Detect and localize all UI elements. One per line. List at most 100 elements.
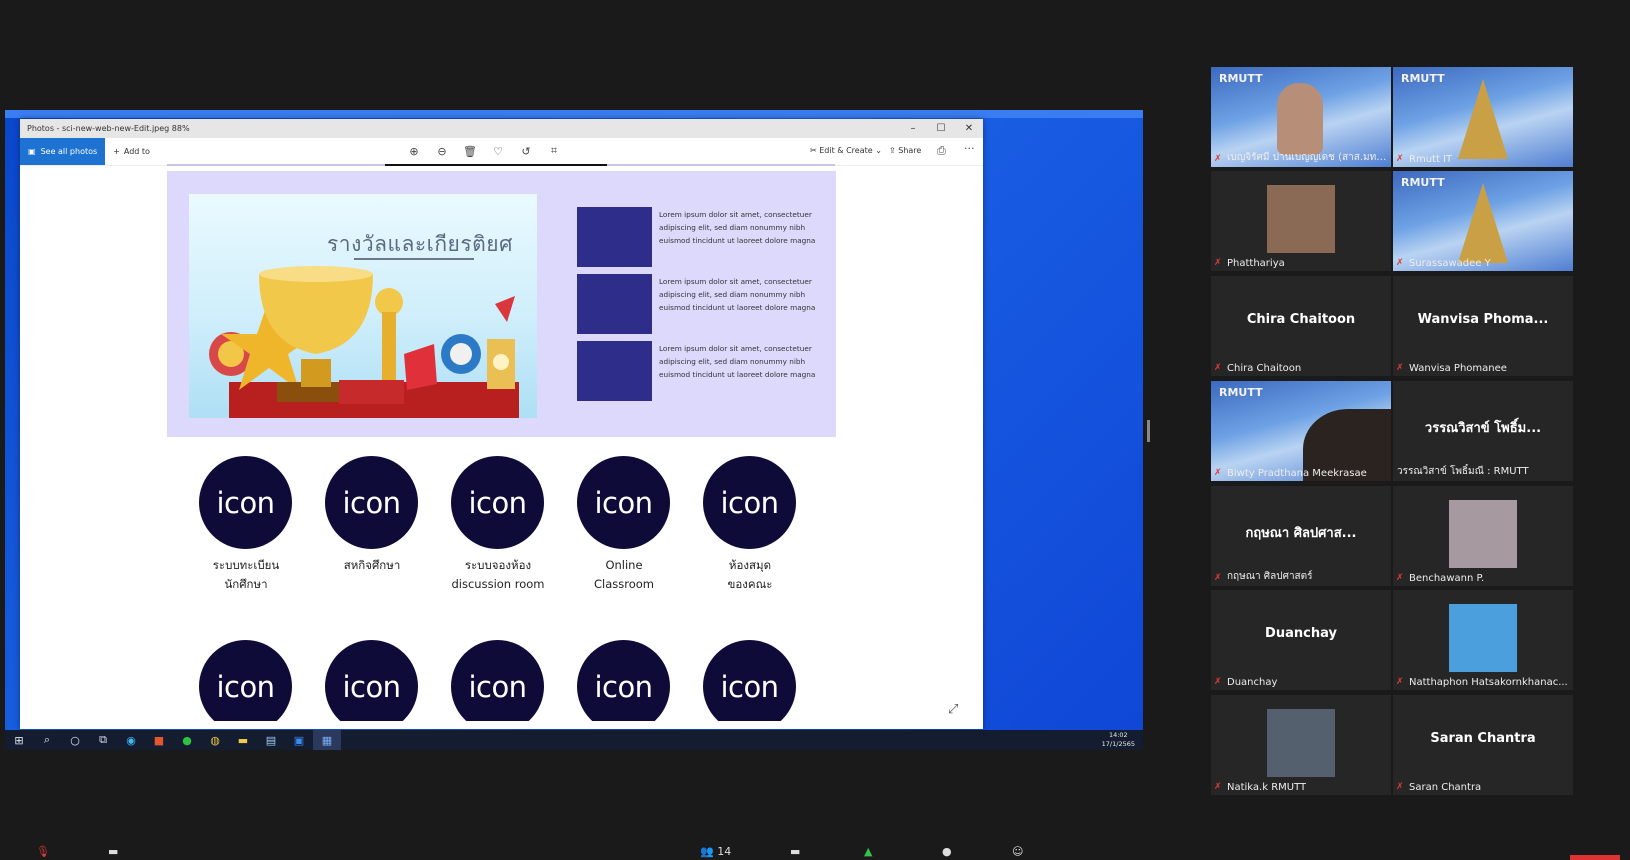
icon-placeholder: icon: [703, 640, 796, 721]
icon-placeholder: icon: [703, 456, 796, 549]
zoom-icon[interactable]: ▣: [285, 730, 313, 750]
crop-icon[interactable]: ⌗: [546, 143, 562, 159]
zoom-in-icon[interactable]: ⊕: [406, 143, 422, 159]
participant-tile[interactable]: วรรณวิสาข์ โพธิ์ม... วรรณวิสาข์ โพธิ์มณี…: [1393, 381, 1573, 481]
temple-spire: [1458, 79, 1508, 159]
rmutt-logo: RMUTT: [1401, 72, 1445, 85]
windows-start-icon[interactable]: ⊞: [5, 730, 33, 750]
zoom-out-icon[interactable]: ⊖: [434, 143, 450, 159]
icon-label: Online Classroom: [593, 558, 654, 591]
muted-mic-icon: ✗: [1214, 468, 1222, 478]
icon-placeholder: icon: [325, 456, 418, 549]
participant-tile[interactable]: ✗ Phatthariya: [1211, 171, 1391, 271]
rmutt-logo: RMUTT: [1219, 72, 1263, 85]
participant-tile[interactable]: Chira Chaitoon ✗ Chira Chaitoon: [1211, 276, 1391, 376]
profile-photo: [1449, 500, 1517, 568]
add-to-button[interactable]: + Add to: [113, 147, 150, 156]
rmutt-logo: RMUTT: [1219, 386, 1263, 399]
chrome-icon[interactable]: ◍: [201, 730, 229, 750]
content-placeholder: [577, 274, 652, 334]
expand-icon[interactable]: ⤢: [948, 702, 958, 717]
window-title: Photos - sci-new-web-new-Edit.jpeg 88%: [27, 124, 190, 133]
icon-label: ระบบทะเบียน นักศึกษา: [212, 558, 280, 591]
delete-icon[interactable]: 🗑: [462, 143, 478, 159]
system-clock: 14:02 17/1/2565: [1102, 731, 1135, 749]
participant-name: Saran Chantra: [1409, 782, 1482, 793]
powerpoint-icon[interactable]: ■: [145, 730, 173, 750]
photos-window: Photos - sci-new-web-new-Edit.jpeg 88% –…: [20, 119, 983, 729]
icon-placeholder: icon: [451, 456, 544, 549]
add-to-label: Add to: [123, 147, 150, 156]
temple-spire: [1458, 183, 1508, 263]
share-button[interactable]: ⇪ Share: [889, 146, 921, 155]
participant-name: Duanchay: [1227, 677, 1278, 688]
content-placeholder: [577, 341, 652, 401]
participant-name: Wanvisa Phomanee: [1409, 363, 1507, 374]
reactions-icon[interactable]: ☺: [1012, 845, 1023, 858]
participant-display-name: กฤษณา ศิลปศาส...: [1245, 526, 1357, 541]
participant-tile[interactable]: ✗ Natika.k RMUTT: [1211, 695, 1391, 795]
awards-banner: รางวัลและเกียรติยศ Lorem ipsum dolor sit…: [167, 171, 836, 437]
print-icon[interactable]: ⎙: [937, 144, 946, 158]
muted-mic-icon: ✗: [1396, 782, 1404, 792]
profile-photo: [1449, 604, 1517, 672]
close-button[interactable]: ✕: [955, 123, 983, 134]
participant-tile[interactable]: RMUTT ✗ Rmutt IT: [1393, 67, 1573, 167]
split-divider[interactable]: [1147, 420, 1150, 442]
participant-tile[interactable]: Wanvisa Phoma... ✗ Wanvisa Phomanee: [1393, 276, 1573, 376]
line-icon[interactable]: ●: [173, 730, 201, 750]
end-meeting-button[interactable]: [1570, 855, 1620, 860]
participant-name: Surassawadee Y: [1409, 258, 1491, 269]
minimize-button[interactable]: –: [899, 123, 927, 134]
photos-toolbar: ▣ See all photos + Add to ⊕ ⊖ 🗑 ♡ ↺ ⌗ ✂ …: [20, 138, 983, 166]
edit-create-label: Edit & Create: [819, 146, 873, 155]
more-icon[interactable]: ···: [964, 142, 975, 155]
share-screen-icon[interactable]: ▲: [864, 845, 872, 858]
mute-mic-icon[interactable]: 🎙: [36, 845, 50, 858]
muted-mic-icon: ✗: [1214, 154, 1222, 164]
photos-app-icon[interactable]: ▦: [313, 730, 341, 750]
participant-name: Rmutt IT: [1409, 154, 1453, 165]
cortana-icon[interactable]: ○: [61, 730, 89, 750]
participant-display-name: Wanvisa Phoma...: [1417, 312, 1549, 327]
windows-taskbar: ⊞ ⌕ ○ ⧉ ◉ ■ ● ◍ ▬ ▤ ▣ ▦ 14:02 17/1/2565: [5, 730, 1143, 750]
shared-screen: Photos - sci-new-web-new-Edit.jpeg 88% –…: [5, 110, 1143, 750]
stop-video-icon[interactable]: ▬: [108, 845, 118, 858]
see-all-photos-button[interactable]: ▣ See all photos: [20, 138, 106, 165]
profile-photo: [1267, 185, 1335, 253]
award-image: รางวัลและเกียรติยศ: [189, 194, 537, 418]
muted-mic-icon: ✗: [1214, 258, 1222, 268]
heart-icon[interactable]: ♡: [490, 143, 506, 159]
chat-icon[interactable]: ▬: [790, 845, 800, 858]
edge-icon[interactable]: ◉: [117, 730, 145, 750]
file-explorer-icon[interactable]: ▬: [229, 730, 257, 750]
participant-name: Chira Chaitoon: [1227, 363, 1302, 374]
participant-tile[interactable]: Duanchay ✗ Duanchay: [1211, 590, 1391, 690]
muted-mic-icon: ✗: [1396, 573, 1404, 583]
icon-placeholder: icon: [577, 456, 670, 549]
lorem-text: Lorem ipsum dolor sit amet, consectetuer…: [659, 344, 816, 379]
notepad-icon[interactable]: ▤: [257, 730, 285, 750]
muted-mic-icon: ✗: [1396, 677, 1404, 687]
edit-create-button[interactable]: ✂ Edit & Create ⌄: [810, 146, 882, 155]
participant-tile[interactable]: Saran Chantra ✗ Saran Chantra: [1393, 695, 1573, 795]
icon-placeholder: icon: [199, 640, 292, 721]
participant-display-name: Duanchay: [1265, 626, 1337, 641]
image-canvas: รางวัลและเกียรติยศ Lorem ipsum dolor sit…: [20, 165, 983, 721]
participant-tile[interactable]: RMUTT ✗ เบญจิรัศมี ปานเบญญเดช (สาส.มทร.ธ…: [1211, 67, 1391, 167]
participants-button[interactable]: 👥 14: [700, 845, 731, 858]
participant-tile[interactable]: ✗ Benchawann P.: [1393, 486, 1573, 586]
muted-mic-icon: ✗: [1214, 677, 1222, 687]
maximize-button[interactable]: ☐: [927, 123, 955, 134]
participant-tile[interactable]: RMUTT ✗ Biwty Pradthana Meekrasae: [1211, 381, 1391, 481]
participant-tile[interactable]: ✗ Natthaphon Hatsakornkhanac...: [1393, 590, 1573, 690]
task-view-icon[interactable]: ⧉: [89, 730, 117, 750]
participant-display-name: วรรณวิสาข์ โพธิ์ม...: [1424, 421, 1542, 436]
record-icon[interactable]: ●: [942, 845, 952, 858]
participant-tile[interactable]: RMUTT ✗ Surassawadee Y: [1393, 171, 1573, 271]
search-icon[interactable]: ⌕: [33, 730, 61, 750]
rotate-icon[interactable]: ↺: [518, 143, 534, 159]
participant-name: Natthaphon Hatsakornkhanac...: [1409, 677, 1568, 688]
icon-placeholder: icon: [451, 640, 544, 721]
participant-tile[interactable]: กฤษณา ศิลปศาส... ✗ กฤษณา ศิลปศาสตร์: [1211, 486, 1391, 586]
